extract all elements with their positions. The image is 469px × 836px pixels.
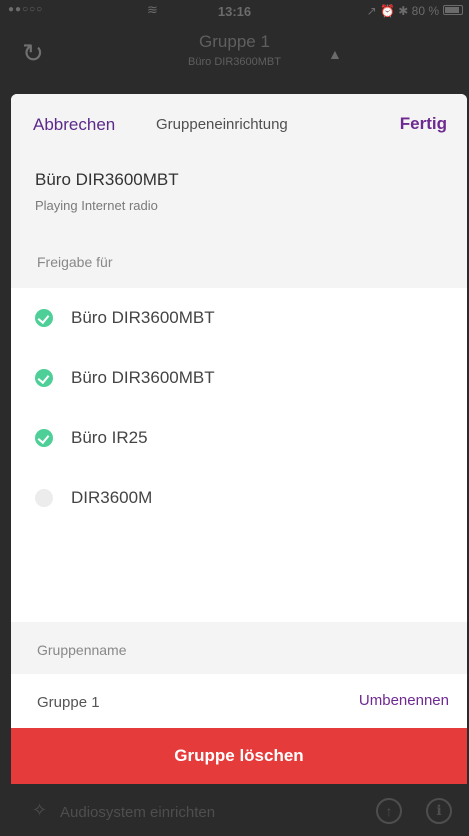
device-name: Büro DIR3600MBT bbox=[35, 170, 179, 189]
upload-icon[interactable]: ↑ bbox=[376, 798, 402, 824]
magic-wand-icon: ✧ bbox=[32, 800, 48, 820]
device-row-name: Büro DIR3600MBT bbox=[71, 308, 215, 327]
device-header: Büro DIR3600MBT Playing Internet radio F… bbox=[11, 154, 467, 288]
device-row[interactable]: Büro DIR3600MBT bbox=[11, 348, 467, 408]
background-subtitle: Büro DIR3600MBT bbox=[188, 56, 281, 68]
checkmark-icon[interactable] bbox=[35, 309, 53, 327]
share-section-label: Freigabe für bbox=[37, 254, 113, 270]
sheet-title: Gruppeneinrichtung bbox=[156, 116, 288, 133]
group-name-value: Gruppe 1 bbox=[37, 694, 100, 711]
device-status: Playing Internet radio bbox=[35, 198, 158, 213]
info-icon[interactable]: i bbox=[426, 798, 452, 824]
device-row-name: DIR3600M bbox=[71, 488, 153, 507]
checkmark-icon[interactable] bbox=[35, 369, 53, 387]
background-footer: ✧ Audiosystem einrichten ↑ i bbox=[0, 786, 469, 836]
battery-icon bbox=[443, 5, 463, 15]
group-name-row: Gruppe 1 Umbenennen bbox=[11, 674, 467, 728]
rename-button[interactable]: Umbenennen bbox=[359, 692, 449, 709]
group-setup-sheet: Abbrechen Gruppeneinrichtung Fertig Büro… bbox=[11, 94, 467, 784]
device-row[interactable]: Büro IR25 bbox=[11, 408, 467, 468]
unchecked-circle-icon[interactable] bbox=[35, 489, 53, 507]
background-header: ↻ Gruppe 1 Büro DIR3600MBT ▲ bbox=[0, 22, 469, 90]
cancel-button[interactable]: Abbrechen bbox=[33, 115, 115, 135]
delete-group-button[interactable]: Gruppe löschen bbox=[11, 728, 467, 784]
device-list: Büro DIR3600MBT Büro DIR3600MBT Büro IR2… bbox=[11, 288, 467, 622]
status-bar: ●●○○○ ≋ 13:16 ↗ ⏰ ✱ 80 % bbox=[0, 0, 469, 22]
group-name-section: Gruppenname bbox=[11, 622, 467, 674]
background-title: Gruppe 1 bbox=[199, 32, 270, 51]
group-name-label: Gruppenname bbox=[37, 642, 127, 658]
setup-audio-system-link[interactable]: Audiosystem einrichten bbox=[60, 804, 215, 821]
status-indicators: ↗ ⏰ ✱ 80 % bbox=[366, 4, 439, 18]
checkmark-icon[interactable] bbox=[35, 429, 53, 447]
device-row-name: Büro DIR3600MBT bbox=[71, 368, 215, 387]
device-row[interactable]: Büro DIR3600MBT bbox=[11, 288, 467, 348]
done-button[interactable]: Fertig bbox=[400, 114, 447, 134]
sheet-navbar: Abbrechen Gruppeneinrichtung Fertig bbox=[11, 94, 467, 154]
device-row[interactable]: DIR3600M bbox=[11, 468, 467, 528]
device-row-name: Büro IR25 bbox=[71, 428, 148, 447]
eject-icon[interactable]: ▲ bbox=[328, 46, 342, 62]
